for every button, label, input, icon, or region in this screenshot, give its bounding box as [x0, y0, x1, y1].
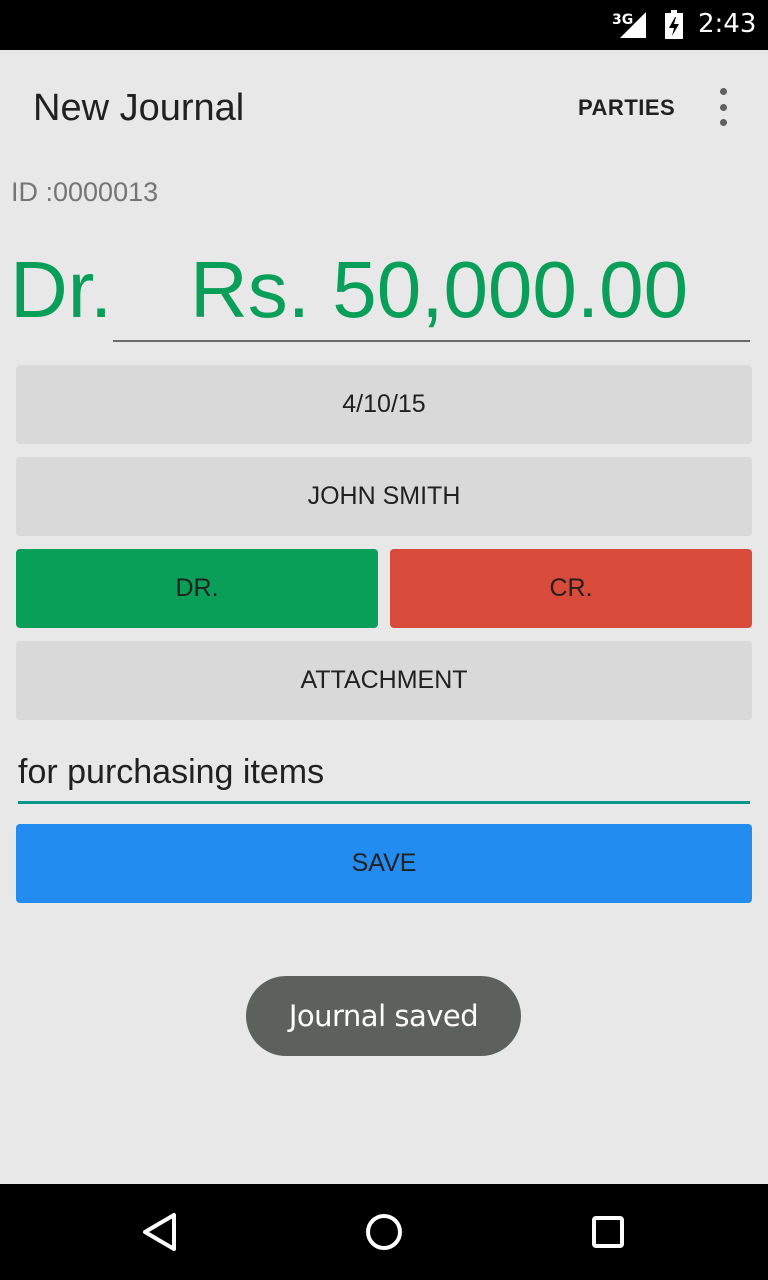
back-triangle-icon[interactable]: [136, 1208, 184, 1256]
battery-charging-icon: [664, 10, 684, 45]
date-button[interactable]: 4/10/15: [16, 365, 752, 444]
attachment-button[interactable]: ATTACHMENT: [16, 641, 752, 720]
journal-id-text: ID :0000013: [11, 177, 159, 207]
page-title: New Journal: [33, 87, 245, 129]
note-field[interactable]: [18, 752, 750, 804]
amount-underline: [113, 340, 750, 342]
navigation-bar: [0, 1184, 768, 1280]
app-bar: New Journal PARTIES: [0, 50, 768, 162]
clock: 2:43: [698, 9, 757, 39]
entry-side-label: Dr.: [10, 245, 113, 334]
credit-button[interactable]: CR.: [390, 549, 752, 628]
journal-id: ID :0000013: [11, 177, 158, 208]
debit-button[interactable]: DR.: [16, 549, 378, 628]
save-button[interactable]: SAVE: [16, 824, 752, 903]
party-button[interactable]: JOHN SMITH: [16, 457, 752, 536]
recents-square-icon[interactable]: [584, 1208, 632, 1256]
toast-message: Journal saved: [246, 976, 521, 1056]
more-vert-icon[interactable]: [708, 88, 740, 128]
parties-button[interactable]: PARTIES: [578, 95, 675, 121]
amount-field[interactable]: Rs. 50,000.00: [190, 244, 688, 336]
signal-icon: [618, 10, 648, 45]
status-bar: 3G 2:43: [0, 0, 768, 50]
home-circle-icon[interactable]: [360, 1208, 408, 1256]
